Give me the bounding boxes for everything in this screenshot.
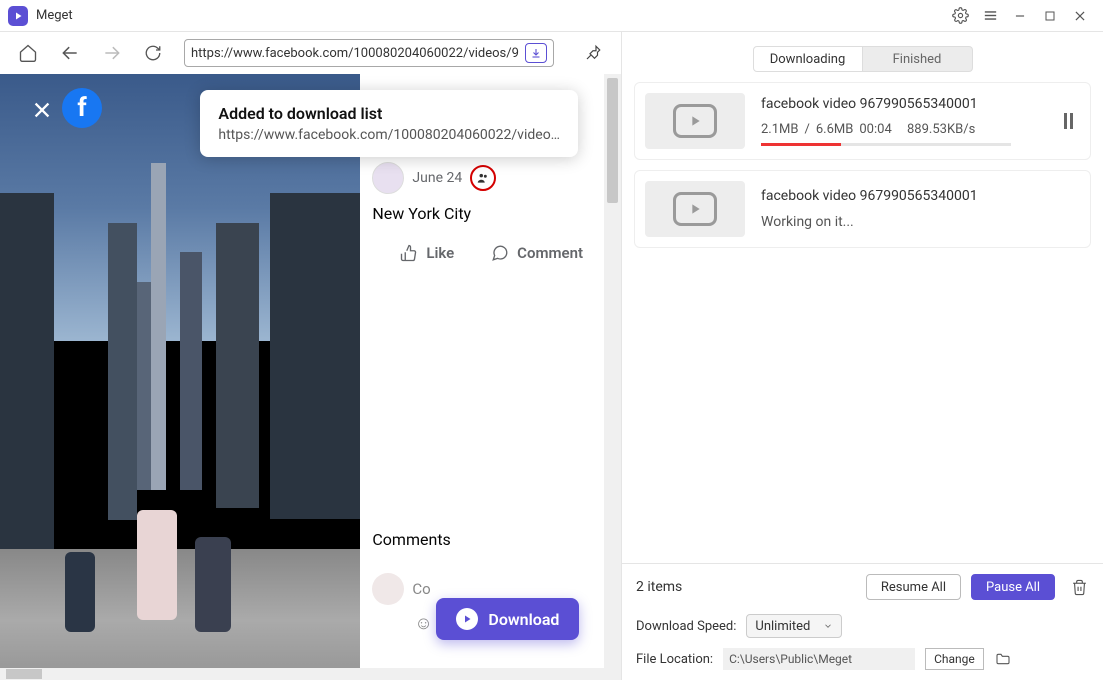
trash-icon[interactable] [1069,577,1089,597]
like-button[interactable]: Like [372,236,482,270]
app-icon [8,6,28,26]
tab-bar: Downloading Finished [622,32,1103,82]
post-date: June 24 [412,170,462,186]
url-bar[interactable]: https://www.facebook.com/100080204060022… [184,39,554,67]
download-name: facebook video 967990565340001 [761,96,1056,112]
vertical-scrollbar[interactable] [604,74,621,668]
comments-heading: Comments [372,530,592,549]
change-button[interactable]: Change [925,648,984,670]
back-icon[interactable] [60,42,80,64]
download-item[interactable]: facebook video 967990565340001 Working o… [634,170,1091,248]
scrollbar-thumb[interactable] [607,78,618,203]
browser-toolbar: https://www.facebook.com/100080204060022… [0,32,621,74]
post-title: New York City [372,204,592,223]
speed-select[interactable]: Unlimited [746,614,842,638]
url-text: https://www.facebook.com/100080204060022… [191,46,519,61]
path-field[interactable]: C:\Users\Public\Meget [723,648,915,670]
close-button[interactable] [1065,2,1095,30]
item-count: 2 items [636,579,866,595]
url-download-icon[interactable] [525,43,547,63]
horizontal-scrollbar[interactable] [0,668,621,680]
maximize-button[interactable] [1035,2,1065,30]
toast-url: https://www.facebook.com/100080204060022… [218,127,560,143]
comment-button[interactable]: Comment [482,236,592,270]
reload-icon[interactable] [144,42,162,64]
video-thumbnail-icon [645,93,745,149]
pause-icon[interactable] [1056,109,1080,133]
folder-icon[interactable] [994,650,1012,668]
video-thumbnail-icon [645,181,745,237]
emoji-smiley-icon[interactable]: ☺ [414,613,432,634]
close-video-icon[interactable] [28,96,56,124]
toast-title: Added to download list [218,104,560,123]
location-label: File Location: [636,652,713,667]
comment-avatar[interactable] [372,573,404,605]
video-player[interactable]: f [0,74,360,668]
video-thumbnail [0,74,360,668]
tab-finished[interactable]: Finished [863,46,973,72]
download-badge-icon [456,608,478,630]
download-toast: Added to download list https://www.faceb… [200,90,578,157]
comment-input[interactable]: Co [412,580,430,598]
pause-all-button[interactable]: Pause All [971,574,1055,600]
progress-bar [761,143,1011,146]
h-scrollbar-thumb[interactable] [6,669,42,679]
download-status: Working on it... [761,214,1080,230]
pin-icon[interactable] [584,41,603,65]
app-title: Meget [36,8,945,23]
download-item[interactable]: facebook video 967990565340001 2.1MB/6.6… [634,82,1091,160]
titlebar: Meget [0,0,1103,32]
settings-icon[interactable] [945,2,975,30]
download-button[interactable]: Download [436,598,579,640]
home-icon[interactable] [18,42,38,64]
post-panel: Added to download list https://www.faceb… [360,74,604,668]
menu-icon[interactable] [975,2,1005,30]
browser-pane: https://www.facebook.com/100080204060022… [0,32,622,680]
download-name: facebook video 967990565340001 [761,188,1080,204]
resume-all-button[interactable]: Resume All [866,574,961,600]
footer: 2 items Resume All Pause All Download Sp… [622,563,1103,680]
download-progress: 2.1MB/6.6MB 00:04 889.53KB/s [761,122,1056,137]
download-list: facebook video 967990565340001 2.1MB/6.6… [622,82,1103,563]
facebook-icon[interactable]: f [62,88,102,128]
download-pane: Downloading Finished facebook video 9679… [622,32,1103,680]
audience-icon[interactable] [470,165,496,191]
forward-icon [102,42,122,64]
minimize-button[interactable] [1005,2,1035,30]
avatar[interactable] [372,162,404,194]
chevron-down-icon [823,621,833,631]
speed-label: Download Speed: [636,619,736,634]
tab-downloading[interactable]: Downloading [753,46,863,72]
